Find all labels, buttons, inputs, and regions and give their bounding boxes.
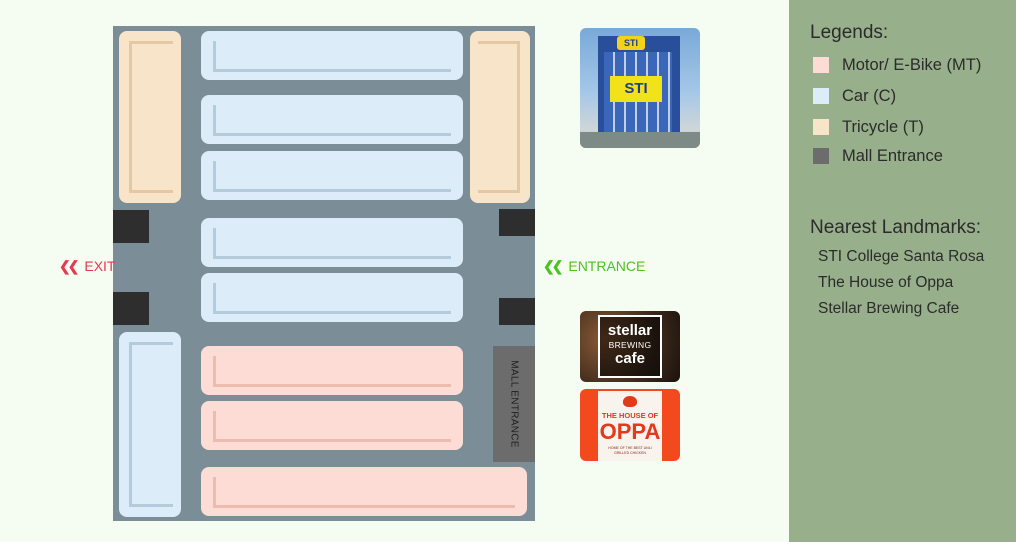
double-chevron-left-icon: ❮❮	[543, 258, 564, 274]
car-slot[interactable]	[201, 95, 463, 144]
exit-label: EXIT	[84, 258, 116, 274]
slot-marking	[213, 411, 451, 442]
exit-gate-block	[113, 210, 149, 243]
sti-college-thumbnail: STI STI	[580, 28, 700, 148]
motor-slot[interactable]	[201, 346, 463, 395]
car-slot[interactable]	[201, 218, 463, 267]
house-of-oppa-thumbnail: THE HOUSE OF OPPA HOME OF THE BEST UNLI …	[580, 389, 680, 461]
stellar-brewing-thumbnail: stellar BREWING cafe	[580, 311, 680, 382]
legend-heading: Legends:	[810, 22, 889, 43]
mall-entrance: MALL ENTRANCE	[493, 346, 535, 462]
slot-marking	[213, 161, 451, 192]
car-slot[interactable]	[201, 31, 463, 80]
info-panel: Legends: Motor/ E-Bike (MT) Car (C) Tric…	[789, 0, 1016, 542]
motor-swatch	[813, 57, 829, 73]
street	[580, 132, 700, 148]
entrance-label: ENTRANCE	[568, 258, 646, 274]
legend-label: Tricycle (T)	[842, 118, 924, 136]
exit-gate-block	[113, 292, 149, 325]
entrance-marker: ❮❮ ENTRANCE	[543, 258, 645, 275]
motor-slot[interactable]	[201, 467, 527, 516]
car-slot[interactable]	[201, 151, 463, 200]
oppa-tagline: HOME OF THE BEST UNLI GRILLED CHICKEN	[608, 446, 652, 455]
double-chevron-left-icon: ❮❮	[59, 258, 80, 274]
car-slot[interactable]	[119, 332, 181, 517]
sti-sign-top: STI	[617, 36, 645, 50]
slot-marking	[213, 105, 451, 136]
slot-marking	[213, 356, 451, 387]
legend-label: Mall Entrance	[842, 147, 943, 165]
mall-entrance-label: MALL ENTRANCE	[508, 360, 520, 448]
slot-marking	[129, 342, 173, 507]
stellar-logo: stellar BREWING cafe	[598, 315, 662, 378]
legend-label: Motor/ E-Bike (MT)	[842, 56, 982, 74]
slot-marking	[213, 41, 451, 72]
tricycle-slot[interactable]	[470, 31, 530, 203]
chicken-icon	[623, 396, 637, 407]
landmark-item: STI College Santa Rosa	[818, 248, 985, 265]
motor-slot[interactable]	[201, 401, 463, 450]
landmark-item: Stellar Brewing Cafe	[818, 300, 960, 317]
oppa-name: OPPA	[599, 419, 661, 444]
slot-marking	[213, 477, 515, 508]
slot-marking	[213, 228, 451, 259]
entrance-gate-block	[499, 298, 535, 325]
slot-marking	[129, 41, 173, 193]
mall-entrance-swatch	[813, 148, 829, 164]
car-slot[interactable]	[201, 273, 463, 322]
slot-marking	[213, 283, 451, 314]
slot-marking	[478, 41, 520, 193]
entrance-gate-block	[499, 209, 535, 236]
tricycle-slot[interactable]	[119, 31, 181, 203]
exit-marker: ❮❮ EXIT	[59, 258, 115, 275]
car-swatch	[813, 88, 829, 104]
cafe-word: cafe	[614, 350, 646, 367]
legend-label: Car (C)	[842, 87, 897, 105]
landmark-item: The House of Oppa	[818, 274, 954, 291]
sti-sign-main: STI	[610, 76, 662, 102]
landmarks-heading: Nearest Landmarks:	[810, 217, 982, 238]
stellar-word: stellar	[607, 322, 653, 339]
oppa-sign: THE HOUSE OF OPPA HOME OF THE BEST UNLI …	[598, 391, 662, 461]
tricycle-swatch	[813, 119, 829, 135]
